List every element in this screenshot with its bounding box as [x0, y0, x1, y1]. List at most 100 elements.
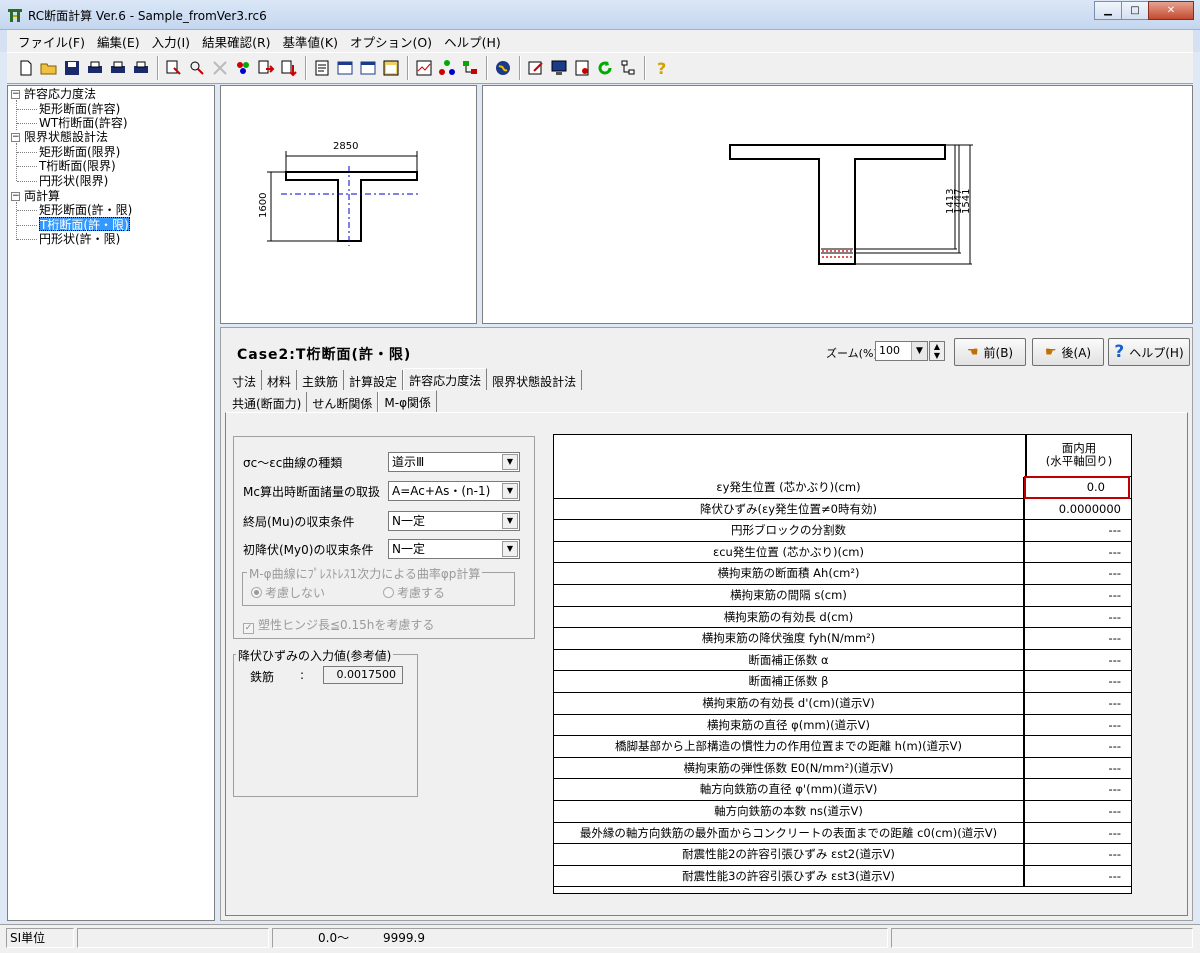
tree-item-t-limit[interactable]: T桁断面(限界) — [39, 159, 116, 173]
title-bar: RC断面計算 Ver.6 - Sample_fromVer3.rc6 ▁ □ ✕ — [0, 0, 1200, 30]
table-row: 耐震性能2の許容引張ひずみ εst2(道示Ⅴ) --- — [554, 844, 1131, 866]
grid-cell-value[interactable]: --- — [1025, 844, 1129, 865]
close-button[interactable]: ✕ — [1148, 1, 1194, 20]
spin-down-icon[interactable]: ▼ — [930, 351, 944, 360]
curve-type-select[interactable]: 道示Ⅲ ▼ — [388, 452, 520, 472]
tab-shear[interactable]: せん断関係 — [307, 392, 379, 412]
tool-5-button[interactable] — [255, 57, 277, 79]
ultimate-label: 終局(Mu)の収束条件 — [243, 515, 355, 529]
grid-cell-value[interactable]: --- — [1025, 758, 1129, 779]
tool-12-button[interactable] — [436, 57, 458, 79]
tab-dimensions[interactable]: 寸法 — [227, 370, 263, 390]
tab-limit-state[interactable]: 限界状態設計法 — [487, 370, 583, 390]
maximize-button[interactable]: □ — [1121, 1, 1149, 20]
tool-18-button[interactable] — [617, 57, 639, 79]
tool-7-button[interactable] — [311, 57, 333, 79]
spin-up-icon[interactable]: ▲ — [930, 342, 944, 351]
grid-cell-value[interactable]: --- — [1025, 520, 1129, 541]
grid-cell-value[interactable]: --- — [1025, 779, 1129, 800]
tool-11-button[interactable] — [413, 57, 435, 79]
print-setup-button[interactable] — [130, 57, 152, 79]
menu-file[interactable]: ファイル(F) — [12, 32, 91, 51]
tree-group-limit-state[interactable]: 限界状態設計法 — [24, 130, 108, 144]
tool-13-button[interactable] — [459, 57, 481, 79]
zoom-spinner[interactable]: ▲ ▼ — [929, 341, 945, 361]
grid-cell-value[interactable]: --- — [1025, 693, 1129, 714]
yield-init-select[interactable]: N一定 ▼ — [388, 539, 520, 559]
tool-4-button[interactable] — [232, 57, 254, 79]
print-preview-button[interactable] — [107, 57, 129, 79]
grid-cell-value[interactable]: --- — [1025, 650, 1129, 671]
tab-m-phi[interactable]: M-φ関係 — [378, 390, 437, 412]
grid-divider — [1025, 435, 1027, 477]
grid-cell-value[interactable]: --- — [1025, 607, 1129, 628]
tree-item-t-both[interactable]: T桁断面(許・限) — [39, 217, 130, 232]
save-button[interactable] — [61, 57, 83, 79]
tree-item-wt-allowable[interactable]: WT桁断面(許容) — [39, 116, 128, 130]
tool-2-button[interactable] — [186, 57, 208, 79]
grid-cell-value[interactable]: --- — [1025, 715, 1129, 736]
tab-allowable-stress[interactable]: 許容応力度法 — [403, 368, 488, 390]
print-button[interactable] — [84, 57, 106, 79]
grid-cell-value[interactable]: --- — [1025, 628, 1129, 649]
status-right — [891, 928, 1193, 948]
tree-item-circle-both[interactable]: 円形状(許・限) — [39, 232, 120, 246]
grid-cell-value[interactable]: --- — [1025, 585, 1129, 606]
toolbar-separator — [157, 56, 159, 80]
prestress-off-radio[interactable]: 考慮しない — [251, 584, 325, 601]
zoom-select[interactable]: 100 ▼ — [875, 341, 928, 361]
tree-group-both[interactable]: 両計算 — [24, 189, 60, 203]
tree-item-circle-limit[interactable]: 円形状(限界) — [39, 174, 108, 188]
menu-help[interactable]: ヘルプ(H) — [438, 32, 507, 51]
menu-standards[interactable]: 基準値(K) — [277, 32, 344, 51]
table-row: 横拘束筋の断面積 Ah(cm²) --- — [554, 563, 1131, 585]
menu-results[interactable]: 結果確認(R) — [196, 32, 276, 51]
grid-cell-value[interactable]: --- — [1025, 563, 1129, 584]
grid-cell-value[interactable]: 0.0000000 — [1025, 499, 1129, 520]
tree-group-allowable[interactable]: 許容応力度法 — [24, 87, 96, 101]
hinge-checkbox[interactable]: ✓ 塑性ヒンジ長≦0.15hを考慮する — [243, 616, 434, 634]
help-toolbar-button[interactable]: ? — [650, 57, 672, 79]
menu-options[interactable]: オプション(O) — [344, 32, 438, 51]
help-button[interactable]: ? ヘルプ(H) — [1108, 338, 1190, 366]
prestress-legend: M-φ曲線にﾌﾟﾚｽﾄﾚｽ1次力による曲率φp計算 — [247, 565, 483, 582]
tool-1-button[interactable] — [163, 57, 185, 79]
tab-calc-settings[interactable]: 計算設定 — [344, 370, 404, 390]
tool-8-button[interactable] — [334, 57, 356, 79]
tool-16-button[interactable] — [548, 57, 570, 79]
tab-common-forces[interactable]: 共通(断面力) — [227, 392, 308, 412]
tool-10-button[interactable] — [380, 57, 402, 79]
next-button[interactable]: ☛ 後(A) — [1032, 338, 1104, 366]
tool-6-button[interactable] — [278, 57, 300, 79]
tree-item-rect-allowable[interactable]: 矩形断面(許容) — [39, 102, 120, 116]
grid-cell-value[interactable]: --- — [1025, 736, 1129, 757]
grid-cell-value[interactable]: --- — [1025, 671, 1129, 692]
tab-materials[interactable]: 材料 — [262, 370, 298, 390]
tab-main-rebar[interactable]: 主鉄筋 — [297, 370, 345, 390]
menu-edit[interactable]: 編集(E) — [91, 32, 146, 51]
minimize-button[interactable]: ▁ — [1094, 1, 1122, 20]
open-file-button[interactable] — [38, 57, 60, 79]
tool-9-button[interactable] — [357, 57, 379, 79]
tool-3-button[interactable] — [209, 57, 231, 79]
tree-item-rect-both[interactable]: 矩形断面(許・限) — [39, 203, 132, 217]
menu-input[interactable]: 入力(I) — [146, 32, 196, 51]
grid-cell-value[interactable]: 0.0 — [1024, 476, 1130, 499]
grid-cell-value[interactable]: --- — [1025, 542, 1129, 563]
tool-14-button[interactable] — [492, 57, 514, 79]
tree-collapse-icon[interactable]: − — [11, 133, 20, 142]
tool-17-button[interactable] — [571, 57, 593, 79]
ultimate-select[interactable]: N一定 ▼ — [388, 511, 520, 531]
refresh-button[interactable] — [594, 57, 616, 79]
prev-button[interactable]: ☚ 前(B) — [954, 338, 1026, 366]
tree-collapse-icon[interactable]: − — [11, 192, 20, 201]
tree-item-rect-limit[interactable]: 矩形断面(限界) — [39, 145, 120, 159]
new-file-button[interactable] — [15, 57, 37, 79]
tool-15-button[interactable] — [525, 57, 547, 79]
grid-cell-value[interactable]: --- — [1025, 823, 1129, 844]
grid-cell-value[interactable]: --- — [1025, 866, 1129, 887]
grid-cell-value[interactable]: --- — [1025, 801, 1129, 822]
tree-collapse-icon[interactable]: − — [11, 90, 20, 99]
mc-section-select[interactable]: A=Ac+As・(n-1) ▼ — [388, 481, 520, 501]
prestress-on-radio[interactable]: 考慮する — [383, 584, 445, 601]
